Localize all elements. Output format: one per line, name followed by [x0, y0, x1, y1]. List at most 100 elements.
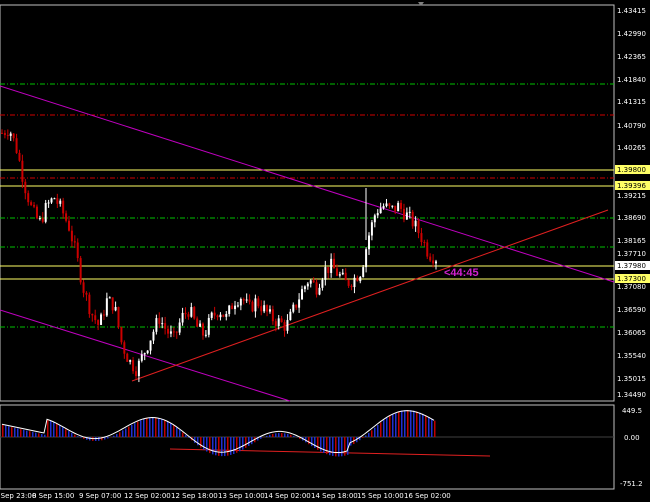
horizontal-levels [0, 83, 614, 328]
candle-body [423, 242, 426, 244]
histogram-bar [320, 437, 322, 452]
histogram-bar [116, 434, 118, 437]
price-box-label: 1.39396 [617, 182, 646, 190]
candle-body [432, 260, 435, 264]
candle-body [408, 211, 411, 213]
price-label: 1.42990 [617, 30, 646, 38]
candle-body [280, 318, 283, 323]
histogram-bar [20, 429, 22, 437]
histogram-bar [227, 437, 229, 456]
candle-body [271, 309, 274, 322]
candle-body [347, 280, 350, 286]
candle-body [266, 305, 269, 312]
histogram-bar [317, 437, 319, 450]
candle-body [318, 287, 321, 295]
candle-body [306, 283, 309, 287]
candle-body [137, 360, 140, 377]
time-axis: 7 Sep 23:00 8 Sep 15:00 9 Sep 07:00 12 S… [0, 492, 451, 500]
candle-body [251, 301, 254, 312]
candle-body [105, 298, 108, 316]
price-label: 1.41315 [617, 98, 646, 106]
histogram-bar [248, 437, 250, 447]
candle-body [108, 297, 111, 299]
histogram-bar [113, 435, 115, 437]
candle-body [274, 321, 277, 327]
histogram-bar [377, 425, 379, 437]
candle-body [385, 203, 388, 207]
candle-body [172, 331, 175, 333]
candle-body [216, 315, 219, 318]
candle-body [100, 314, 103, 325]
candle-body [126, 353, 129, 362]
time-label: 14 Sep 18:00 [311, 492, 358, 500]
candle-body [321, 279, 324, 288]
candle-body [193, 307, 196, 319]
price-label: 1.40265 [617, 144, 646, 152]
histogram-bar [284, 433, 286, 437]
candle-body [33, 204, 36, 207]
candle-body [327, 267, 330, 273]
candle-body [397, 202, 400, 212]
candle-body [239, 299, 242, 306]
candle-body [62, 200, 65, 214]
candle-body [132, 360, 135, 372]
candle-body [225, 313, 228, 317]
candle-body [268, 309, 271, 312]
time-label: 7 Sep 23:00 [0, 492, 36, 500]
price-box-label: 1.37980 [617, 262, 646, 270]
candle-body [53, 198, 56, 200]
candle-body [164, 323, 167, 329]
histogram-bar [293, 435, 295, 437]
price-label: 1.39215 [617, 192, 646, 200]
candle-body [88, 294, 91, 315]
candle-body [149, 340, 152, 351]
price-label: 1.35015 [617, 375, 646, 383]
histogram-bar [221, 437, 223, 457]
candle-body [210, 312, 213, 318]
histogram-bar [179, 429, 181, 437]
histogram-bar [335, 437, 337, 457]
candle-body [391, 205, 394, 207]
price-label: 1.36065 [617, 329, 646, 337]
time-label: 14 Sep 02:00 [264, 492, 311, 500]
candle-body [35, 206, 38, 219]
candle-body [27, 193, 30, 203]
histogram-bar [380, 422, 382, 437]
candle-body [373, 215, 376, 223]
candle-body [335, 268, 338, 276]
histogram-bar [260, 437, 262, 439]
histogram-bar [44, 434, 46, 437]
candle-body [213, 312, 216, 316]
candle-body [231, 305, 234, 310]
histogram-bar [8, 426, 10, 437]
candle-body [277, 318, 280, 327]
main-chart-frame [0, 4, 615, 402]
candle-body [111, 297, 114, 311]
histogram-bar [422, 413, 424, 437]
candle-body [301, 289, 304, 300]
histogram-bar [413, 410, 415, 437]
time-label: 13 Sep 10:00 [218, 492, 265, 500]
price-label: 1.35540 [617, 352, 646, 360]
candlesticks[interactable] [1, 129, 437, 383]
candle-body [47, 202, 50, 204]
histogram-bar [170, 423, 172, 437]
candle-body [143, 353, 146, 355]
candle-body [298, 299, 301, 308]
time-label: 9 Sep 07:00 [79, 492, 121, 500]
candle-body [134, 371, 137, 377]
histogram-bar [341, 437, 343, 457]
candle-countdown: <44:45 [444, 267, 479, 279]
indicator-label: 0.00 [624, 434, 640, 442]
candle-body [341, 272, 344, 275]
time-label: 15 Sep 10:00 [357, 492, 404, 500]
candle-body [161, 323, 164, 325]
candle-body [405, 212, 408, 220]
candle-body [414, 220, 417, 227]
candle-body [114, 306, 117, 311]
candle-body [15, 138, 18, 153]
candle-body [411, 211, 414, 227]
price-chart[interactable]: 1.43415 1.42990 1.42365 1.41840 1.41315 … [0, 0, 650, 502]
candle-body [245, 299, 248, 301]
candle-body [344, 272, 347, 281]
